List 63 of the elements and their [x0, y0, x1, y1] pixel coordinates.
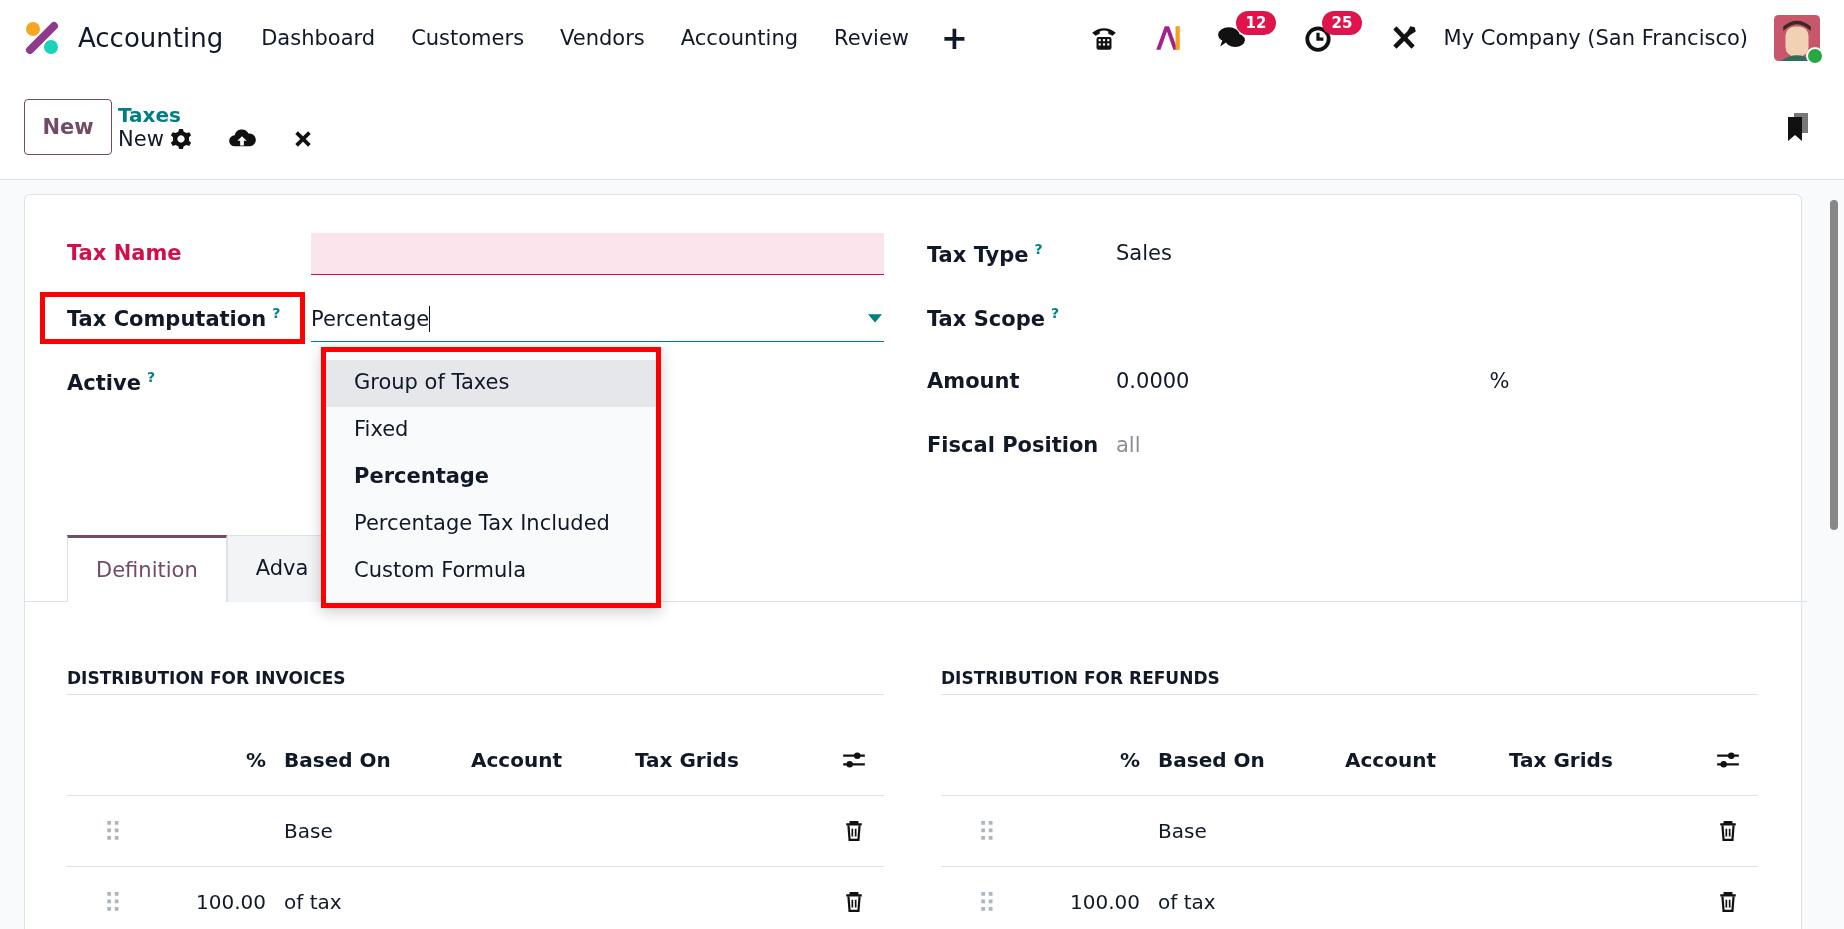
tax-computation-select[interactable]: Percentage	[311, 297, 884, 342]
field-label: Tax Type $^{?}$	[927, 240, 1043, 269]
tab[interactable]: Definition	[67, 535, 227, 602]
delete-icon[interactable]	[845, 821, 863, 841]
table-cell: 100.00	[196, 890, 266, 914]
table-cell: of tax	[1158, 890, 1216, 914]
menu-item[interactable]: Review	[816, 25, 927, 50]
drag-handle-icon[interactable]	[107, 892, 120, 912]
field-label: Tax Computation $^{?}$	[67, 304, 281, 333]
field-value: Sales	[1116, 240, 1172, 267]
column-header: Account	[1345, 748, 1437, 772]
delete-icon[interactable]	[845, 892, 863, 912]
count-badge: 25	[1321, 10, 1363, 35]
avatar-icon[interactable]	[1774, 14, 1820, 61]
new-button[interactable]: New	[24, 99, 112, 155]
field-value: 0.0000	[1116, 368, 1190, 395]
delete-icon[interactable]	[1719, 892, 1737, 912]
scrollbar-thumb[interactable]	[1830, 200, 1838, 530]
field-label: Fiscal Position	[927, 432, 1099, 459]
bookmark-icon[interactable]	[1786, 111, 1810, 143]
app-logo-icon[interactable]	[24, 19, 60, 56]
column-header: Tax Grids	[1509, 748, 1614, 772]
menu-item[interactable]: Accounting	[662, 25, 817, 50]
column-header: Tax Grids	[635, 748, 740, 772]
column-header: Based On	[284, 748, 392, 772]
field-label: Tax Scope $^{?}$	[927, 304, 1060, 333]
table-cell: of tax	[284, 890, 342, 914]
column-header: %	[1118, 748, 1141, 772]
drag-handle-icon[interactable]	[981, 892, 994, 912]
column-header: %	[244, 748, 267, 772]
column-settings-icon[interactable]	[841, 749, 867, 771]
dropdown-option[interactable]: Percentage Tax Included	[326, 501, 656, 548]
drag-handle-icon[interactable]	[981, 821, 994, 841]
column-header: Based On	[1158, 748, 1266, 772]
dropdown-option[interactable]: Percentage	[326, 454, 656, 501]
menu-item[interactable]: Customers	[393, 25, 543, 50]
tax-name-input[interactable]	[311, 233, 884, 275]
menu-item[interactable]: Vendors	[542, 25, 663, 50]
record-title: New	[118, 127, 164, 151]
menu-item[interactable]: Dashboard	[243, 25, 394, 50]
column-header: Account	[471, 748, 563, 772]
column-settings-icon[interactable]	[1715, 749, 1741, 771]
table-cell: Base	[1158, 819, 1207, 843]
dropdown-option[interactable]: Custom Formula	[326, 548, 656, 595]
unit-label: %	[1489, 368, 1510, 395]
dropdown-option[interactable]: Group of Taxes	[326, 360, 656, 407]
field-label: Amount	[927, 368, 1020, 395]
count-badge: 12	[1235, 10, 1277, 35]
table-cell: Base	[284, 819, 333, 843]
drag-handle-icon[interactable]	[107, 821, 120, 841]
dropdown-option[interactable]: Fixed	[326, 407, 656, 454]
caret-icon	[868, 314, 882, 324]
company-switcher[interactable]: My Company (San Francisco)	[1443, 25, 1748, 50]
field-label: Active $^{?}$	[67, 368, 155, 397]
add-menu-button[interactable]: +	[927, 18, 982, 57]
delete-icon[interactable]	[1719, 821, 1737, 841]
table-cell: 100.00	[1070, 890, 1140, 914]
field-label: Tax Name	[67, 240, 182, 267]
settings-icon[interactable]	[169, 128, 192, 150]
app-name[interactable]: Accounting	[78, 22, 224, 53]
section-title: DISTRIBUTION FOR INVOICES	[67, 668, 884, 695]
breadcrumb-link[interactable]: Taxes	[118, 103, 350, 127]
section-title: DISTRIBUTION FOR REFUNDS	[941, 668, 1758, 695]
